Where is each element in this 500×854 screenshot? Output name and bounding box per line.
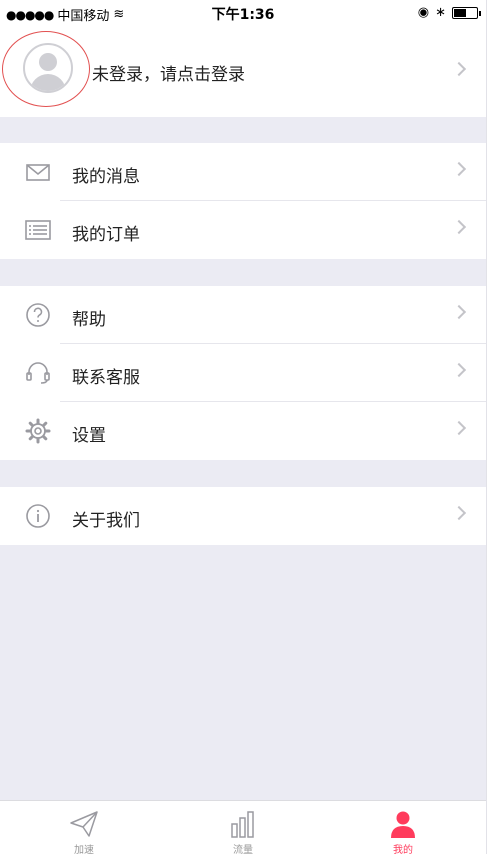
battery-icon <box>452 6 481 19</box>
list-icon <box>25 220 51 240</box>
gear-icon <box>25 418 51 444</box>
tab-bar: 加速 流量 我的 <box>0 800 486 854</box>
mail-icon <box>26 164 50 181</box>
chevron-right-icon <box>451 161 467 177</box>
menu-item-about-us[interactable]: 关于我们 <box>0 487 486 545</box>
menu-item-contact-service[interactable]: 联系客服 <box>0 344 486 402</box>
tab-label: 流量 <box>233 845 253 854</box>
tab-mine[interactable]: 我的 <box>363 801 443 854</box>
bluetooth-icon: ∗ <box>435 5 446 20</box>
menu-item-label: 我的消息 <box>72 167 140 187</box>
menu-item-label: 我的订单 <box>72 225 140 245</box>
chevron-right-icon <box>451 362 467 378</box>
menu-item-label: 联系客服 <box>72 368 140 388</box>
menu-item-orders[interactable]: 我的订单 <box>0 201 486 259</box>
menu-item-label: 设置 <box>72 426 106 446</box>
chevron-right-icon <box>451 304 467 320</box>
tab-label: 我的 <box>393 845 413 854</box>
menu-item-settings[interactable]: 设置 <box>0 402 486 460</box>
tab-traffic[interactable]: 流量 <box>203 801 283 854</box>
info-icon <box>26 504 50 528</box>
headset-icon <box>26 362 50 384</box>
chevron-right-icon <box>451 505 467 521</box>
login-prompt: 未登录，请点击登录 <box>92 65 245 85</box>
tab-accelerate[interactable]: 加速 <box>44 801 124 854</box>
tab-label: 加速 <box>74 845 94 854</box>
avatar[interactable] <box>23 43 73 93</box>
avatar-head-icon <box>39 53 57 71</box>
screen-edge <box>486 0 500 854</box>
status-bar: ●●●●● 中国移动 ≋ 下午1:36 ◉ ∗ <box>0 0 486 26</box>
chevron-right-icon <box>451 219 467 235</box>
menu-item-messages[interactable]: 我的消息 <box>0 143 486 201</box>
menu-item-label: 关于我们 <box>72 511 140 531</box>
bar-chart-icon <box>231 811 254 838</box>
paper-plane-icon <box>70 811 98 837</box>
menu-item-label: 帮助 <box>72 310 106 330</box>
chevron-right-icon <box>451 61 467 77</box>
profile-login-row[interactable]: 未登录，请点击登录 <box>0 26 486 117</box>
avatar-body-icon <box>30 74 66 91</box>
orientation-lock-icon: ◉ <box>417 5 430 20</box>
status-time: 下午1:36 <box>211 7 275 23</box>
app-screen: ●●●●● 中国移动 ≋ 下午1:36 ◉ ∗ 未登录，请点击登录 我的消息 我… <box>0 0 486 854</box>
user-icon <box>391 811 415 838</box>
help-icon <box>26 303 50 327</box>
status-right: ◉ ∗ <box>417 5 481 20</box>
menu-item-help[interactable]: 帮助 <box>0 286 486 344</box>
chevron-right-icon <box>451 420 467 436</box>
